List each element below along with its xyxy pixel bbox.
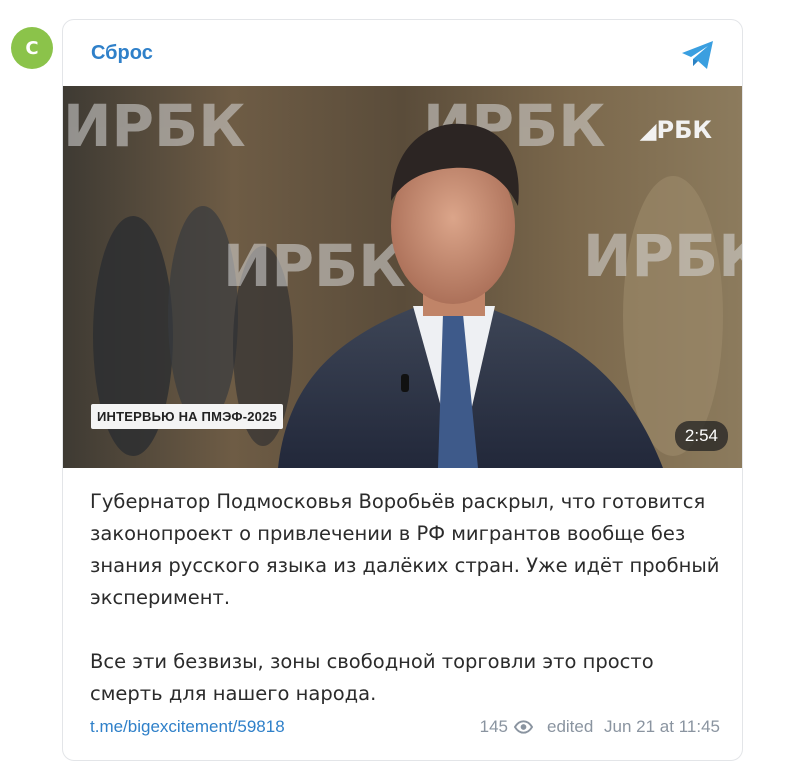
svg-text:ИРБК: ИРБК (63, 92, 246, 160)
rbk-logo: ◢РБК (639, 116, 712, 144)
post-meta: 145 edited Jun 21 at 11:45 (480, 717, 720, 737)
channel-avatar[interactable]: С (11, 27, 53, 69)
svg-text:ИРБК: ИРБК (583, 222, 742, 290)
video-duration: 2:54 (674, 421, 728, 451)
channel-name[interactable]: Сброс (91, 42, 153, 65)
svg-text:ИРБК: ИРБК (223, 232, 406, 300)
edited-info: edited Jun 21 at 11:45 (547, 717, 720, 737)
video-thumbnail[interactable]: ИРБК ИРБК ИРБК ИРБК ◢РБК ИНТЕРВЬЮ НА ПМЭ… (63, 86, 742, 468)
post-paragraph: Губернатор Подмосковья Воробьёв раскрыл,… (90, 490, 720, 609)
view-count: 145 (479, 717, 508, 736)
eye-icon (513, 720, 533, 734)
post-date: Jun 21 at 11:45 (604, 717, 720, 736)
post-link[interactable]: t.me/bigexcitement/59818 (90, 717, 285, 737)
telegram-plane-icon[interactable] (680, 38, 716, 72)
post-paragraph: Все эти безвизы, зоны свободной торговли… (90, 650, 654, 705)
video-badge: ИНТЕРВЬЮ НА ПМЭФ-2025 (91, 404, 283, 429)
post-header: Сброс (63, 20, 742, 86)
edited-label: edited (546, 717, 594, 736)
post-card: Сброс ИРБК ИРБК ИРБК ИРБ ◢РБК ИНТЕРВЬЮ Н… (62, 19, 743, 761)
post-footer: t.me/bigexcitement/59818 145 edited Jun … (90, 717, 720, 741)
post-text: Губернатор Подмосковья Воробьёв раскрыл,… (90, 486, 730, 710)
